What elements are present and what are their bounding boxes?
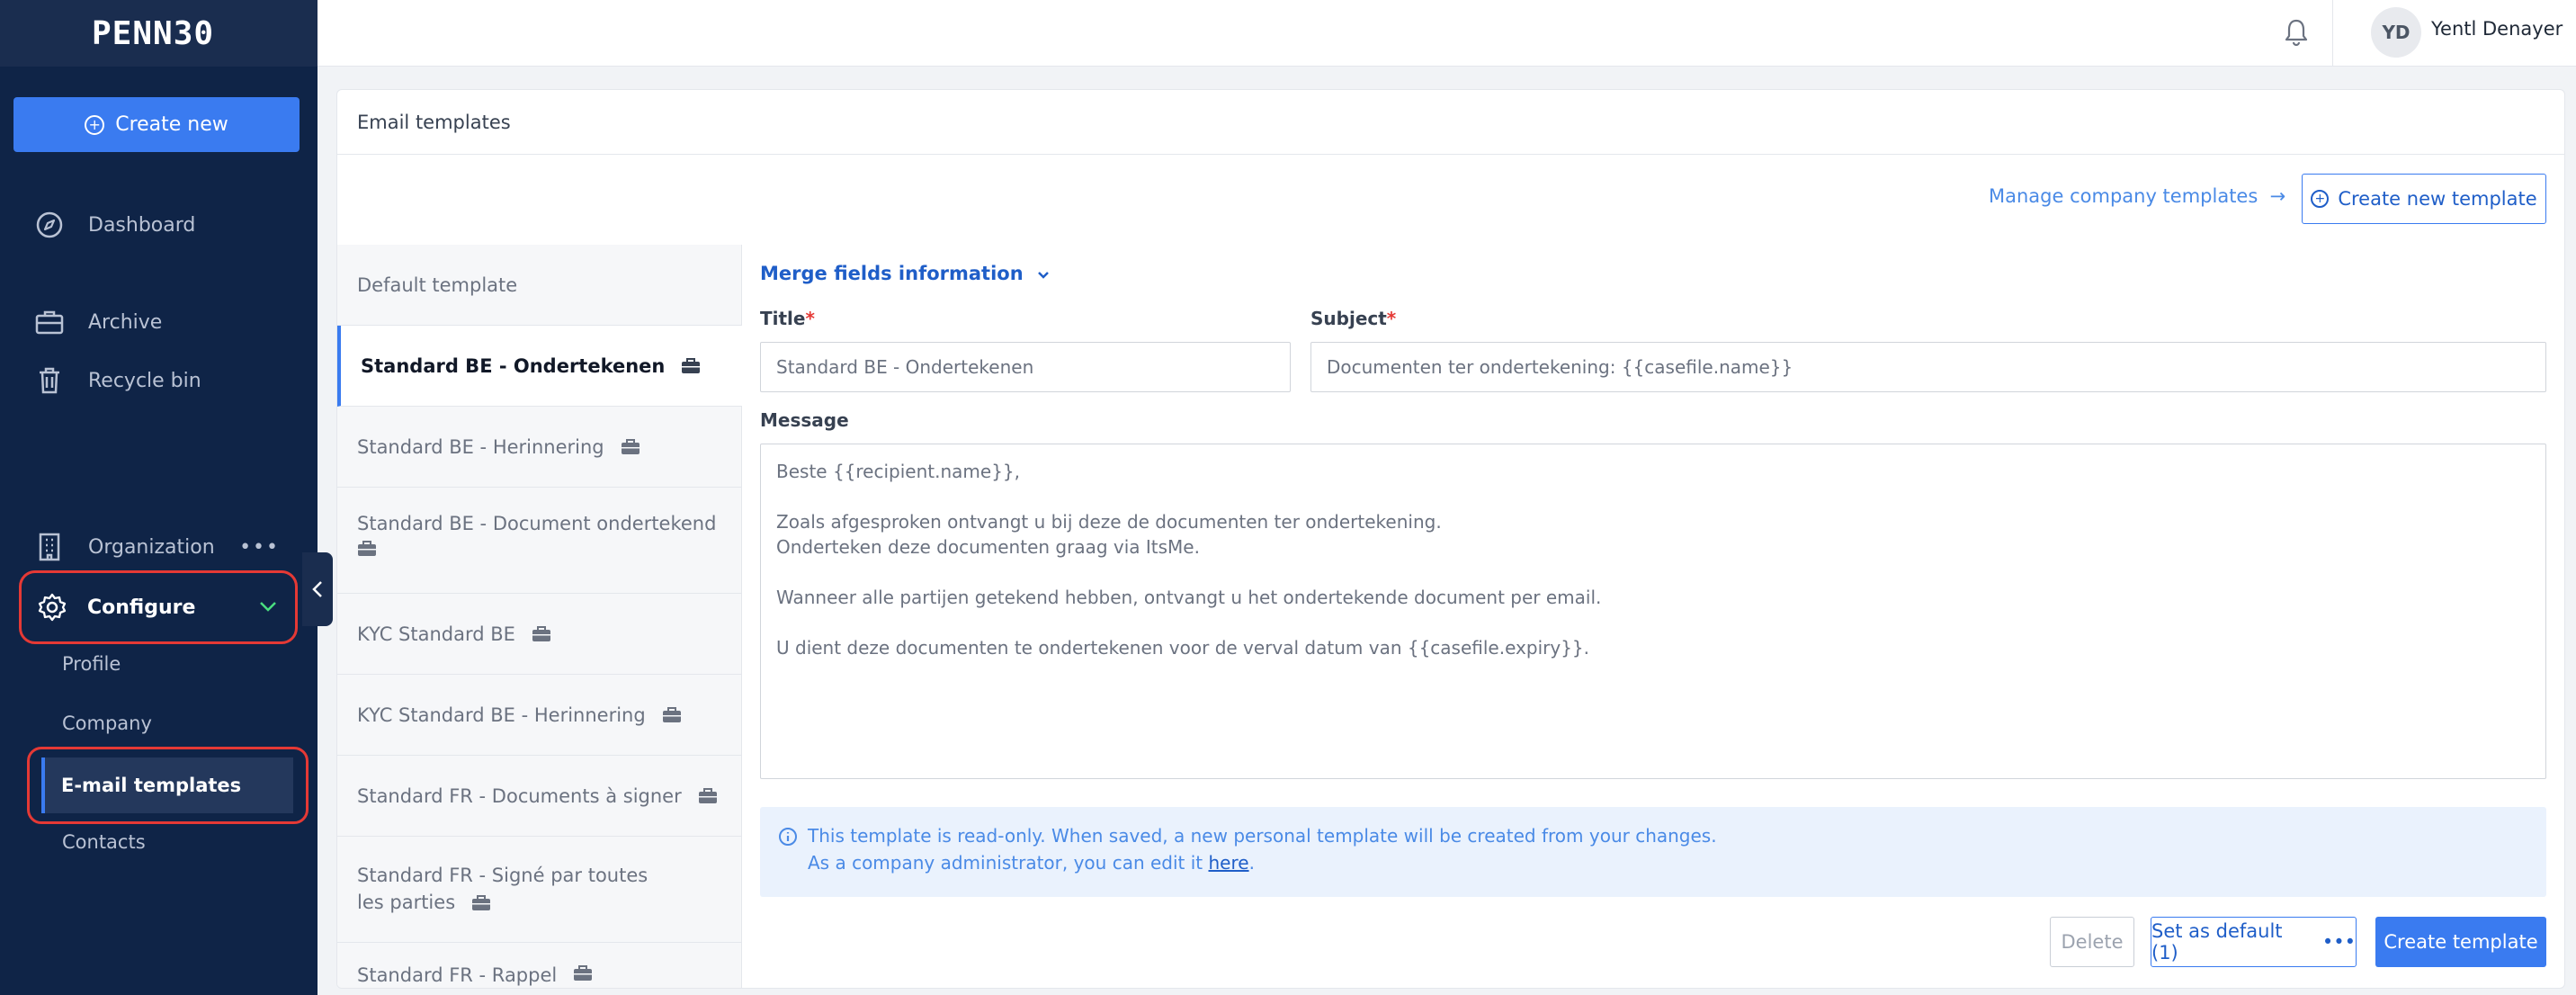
nav-contacts[interactable]: Contacts	[62, 831, 146, 853]
nav-organization-label: Organization	[88, 535, 215, 559]
nav-archive-label: Archive	[88, 310, 163, 334]
topbar-divider	[2332, 0, 2333, 67]
create-new-template-button[interactable]: + Create new template	[2302, 174, 2546, 224]
nav-profile[interactable]: Profile	[62, 653, 121, 675]
set-as-default-label: Set as default (1)	[2151, 920, 2283, 964]
template-item[interactable]: KYC Standard BE - Herinnering	[337, 675, 742, 756]
briefcase-icon	[34, 307, 65, 337]
info-icon	[778, 827, 798, 851]
trash-icon	[34, 365, 65, 396]
template-item-label: Standard BE - Herinnering	[357, 435, 604, 458]
logo-bar: PENN30	[0, 0, 318, 67]
arrow-right-icon: →	[2263, 185, 2286, 207]
briefcase-icon	[698, 787, 717, 803]
create-template-button[interactable]: Create template	[2375, 917, 2546, 967]
template-item[interactable]: KYC Standard BE	[337, 594, 742, 675]
notice-line2: As a company administrator, you can edit…	[808, 852, 1255, 874]
create-new-button[interactable]: + Create new	[13, 97, 300, 152]
create-new-template-label: Create new template	[2338, 188, 2537, 210]
nav-configure-label: Configure	[87, 596, 196, 619]
delete-button[interactable]: Delete	[2050, 917, 2134, 967]
notice-line1: This template is read-only. When saved, …	[808, 825, 1717, 847]
template-item-label: Standard FR - Rappel	[357, 964, 558, 986]
compass-icon	[34, 210, 65, 240]
create-new-label: Create new	[115, 113, 228, 136]
template-item[interactable]: Standard FR - Signé par toutes les parti…	[337, 837, 742, 943]
template-item[interactable]: Standard FR - Documents à signer	[337, 756, 742, 837]
gear-icon	[37, 592, 67, 623]
title-label: Title*	[760, 308, 815, 329]
briefcase-icon	[621, 438, 640, 454]
title-label-text: Title	[760, 308, 806, 329]
nav-organization[interactable]: Organization •••	[0, 524, 318, 570]
notice-period: .	[1248, 852, 1255, 874]
template-item-label: Standard FR - Documents à signer	[357, 784, 682, 807]
nav-recycle-bin-label: Recycle bin	[88, 369, 201, 392]
template-item-label: KYC Standard BE - Herinnering	[357, 704, 646, 726]
template-item-label: KYC Standard BE	[357, 623, 515, 645]
required-marker: *	[805, 308, 815, 329]
merge-fields-toggle[interactable]: Merge fields information	[760, 263, 1050, 284]
bell-icon[interactable]	[2283, 18, 2310, 50]
building-icon	[34, 532, 65, 562]
message-label: Message	[760, 409, 849, 431]
briefcase-icon	[532, 625, 550, 641]
template-item-selected[interactable]: Standard BE - Ondertekenen	[337, 326, 742, 407]
topbar	[318, 0, 2576, 67]
briefcase-icon	[682, 357, 701, 373]
template-item-label: Standard FR - Signé par toutes les parti…	[357, 862, 663, 916]
template-item[interactable]: Default template	[337, 245, 742, 326]
manage-link-label: Manage company templates	[1989, 185, 2258, 207]
nav-dashboard-label: Dashboard	[88, 213, 196, 237]
set-as-default-button[interactable]: Set as default (1) •••	[2151, 917, 2357, 967]
nav-email-templates-highlight: E-mail templates	[27, 747, 309, 824]
subject-label-text: Subject	[1310, 308, 1387, 329]
penneo-logo[interactable]: PENN30	[92, 15, 214, 52]
briefcase-icon	[358, 541, 376, 556]
chevron-down-icon	[257, 596, 279, 623]
required-marker: *	[1386, 308, 1397, 329]
template-item[interactable]: Standard FR - Rappel	[337, 943, 742, 988]
template-item[interactable]: Standard BE - Herinnering	[337, 407, 742, 488]
chevron-down-icon	[1038, 272, 1049, 279]
nav-company[interactable]: Company	[62, 713, 152, 734]
subject-input[interactable]: Documenten ter ondertekening: {{casefile…	[1310, 342, 2546, 392]
sidebar: PENN30 + Create new Dashboard Archive Re…	[0, 0, 318, 995]
merge-fields-label: Merge fields information	[760, 263, 1024, 284]
chevron-left-icon	[312, 581, 322, 597]
card-title: Email templates	[337, 90, 2564, 155]
template-item-text: Standard FR - Signé par toutes les parti…	[357, 865, 648, 913]
user-name[interactable]: Yentl Denayer	[2431, 18, 2563, 40]
manage-company-templates-link[interactable]: Manage company templates →	[1989, 185, 2285, 207]
nav-dashboard[interactable]: Dashboard	[0, 202, 318, 248]
plus-circle-icon: +	[2311, 190, 2330, 208]
edit-here-link[interactable]: here	[1209, 852, 1249, 874]
nav-recycle-bin[interactable]: Recycle bin	[0, 357, 318, 404]
template-item[interactable]: Standard BE - Document ondertekend	[337, 488, 742, 594]
plus-circle-icon: +	[85, 114, 105, 135]
briefcase-icon	[662, 706, 681, 722]
briefcase-icon	[472, 895, 491, 910]
read-only-notice: This template is read-only. When saved, …	[760, 807, 2546, 897]
collapse-sidebar-button[interactable]	[302, 552, 333, 626]
nav-email-templates[interactable]: E-mail templates	[41, 757, 293, 813]
template-list: Default template Standard BE - Onderteke…	[337, 245, 742, 988]
more-options-icon[interactable]: •••	[2322, 931, 2356, 953]
template-item-label: Standard BE - Document ondertekend	[357, 513, 717, 534]
template-item-label: Default template	[357, 273, 518, 296]
nav-email-templates-label: E-mail templates	[61, 775, 242, 796]
nav-configure[interactable]: Configure	[19, 570, 298, 644]
more-options-icon[interactable]: •••	[239, 536, 280, 559]
notice-line2-text: As a company administrator, you can edit…	[808, 852, 1203, 874]
subject-label: Subject*	[1310, 308, 1396, 329]
email-templates-card: Email templates Manage company templates…	[336, 89, 2565, 989]
message-textarea[interactable]: Beste {{recipient.name}}, Zoals afgespro…	[760, 444, 2546, 779]
title-input[interactable]: Standard BE - Ondertekenen	[760, 342, 1291, 392]
briefcase-icon	[574, 965, 593, 981]
avatar[interactable]: YD	[2371, 7, 2421, 58]
nav-archive[interactable]: Archive	[0, 299, 318, 345]
template-item-label: Standard BE - Ondertekenen	[361, 354, 666, 377]
